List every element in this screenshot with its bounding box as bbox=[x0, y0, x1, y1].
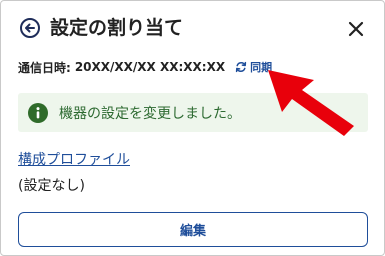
arrow-left-circle-icon bbox=[20, 18, 40, 38]
info-icon bbox=[28, 102, 48, 123]
edit-button[interactable]: 編集 bbox=[18, 212, 368, 247]
close-button[interactable] bbox=[347, 20, 365, 38]
back-button[interactable] bbox=[19, 17, 41, 39]
refresh-icon bbox=[235, 61, 247, 73]
banner-message: 機器の設定を変更しました。 bbox=[59, 105, 241, 122]
close-icon bbox=[348, 21, 364, 37]
communication-label: 通信日時: bbox=[18, 60, 71, 75]
communication-value: 20XX/XX/XX XX:XX:XX bbox=[74, 60, 226, 74]
red-arrow-annotation bbox=[268, 70, 354, 136]
page-title: 設定の割り当て bbox=[50, 17, 184, 39]
configuration-profile-link[interactable]: 構成プロファイル bbox=[18, 149, 130, 169]
configuration-profile-value: (設定なし) bbox=[18, 178, 85, 194]
communication-datetime-row: 通信日時: 20XX/XX/XX XX:XX:XX 同期 bbox=[18, 57, 272, 77]
